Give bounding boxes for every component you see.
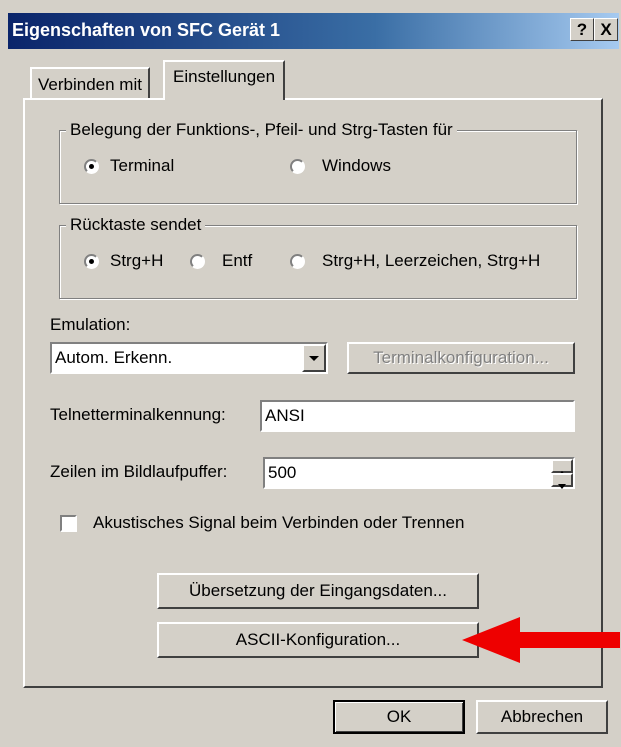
radio-label: Terminal (110, 156, 175, 175)
annotation-arrow-icon (462, 617, 620, 663)
telnet-label: Telnetterminalkennung: (50, 405, 226, 424)
chevron-down-icon (309, 356, 319, 361)
tab-label: Einstellungen (173, 67, 276, 86)
radio-strg-h[interactable] (84, 254, 99, 269)
radio-label: Entf (222, 251, 253, 270)
group-legend: Rücktaste sendet (66, 215, 206, 235)
scrollback-input[interactable]: 500 (263, 457, 575, 489)
tab-label: Verbinden mit (38, 75, 142, 94)
properties-dialog: Eigenschaften von SFC Gerät 1 ? X Verbin… (0, 0, 621, 747)
ascii-config-button[interactable]: ASCII-Konfiguration... (157, 622, 479, 658)
title-bar[interactable]: Eigenschaften von SFC Gerät 1 ? X (8, 13, 619, 49)
tab-panel: Belegung der Funktions-, Pfeil- und Strg… (23, 98, 603, 688)
emulation-value: Autom. Erkenn. (55, 348, 173, 367)
emulation-select[interactable]: Autom. Erkenn. (50, 342, 328, 374)
function-keys-group: Belegung der Funktions-, Pfeil- und Strg… (59, 120, 577, 204)
radio-strg-h-space[interactable] (290, 254, 305, 269)
ok-button[interactable]: OK (333, 700, 465, 734)
radio-windows[interactable] (290, 159, 305, 174)
scrollback-label: Zeilen im Bildlaufpuffer: (50, 462, 228, 481)
scrollback-value: 500 (268, 463, 297, 482)
spin-down-button[interactable] (551, 473, 573, 489)
dropdown-button[interactable] (302, 344, 326, 372)
radio-label: Strg+H, Leerzeichen, Strg+H (322, 251, 541, 270)
close-button[interactable]: X (594, 18, 618, 41)
emulation-label: Emulation: (50, 315, 131, 334)
radio-entf[interactable] (190, 254, 205, 269)
terminal-config-button[interactable]: Terminalkonfiguration... (347, 342, 575, 374)
input-translation-button[interactable]: Übersetzung der Eingangsdaten... (157, 573, 479, 609)
beep-label: Akustisches Signal beim Verbinden oder T… (93, 513, 465, 532)
scrollback-spinner[interactable] (551, 459, 573, 489)
group-legend: Belegung der Funktions-, Pfeil- und Strg… (66, 120, 457, 140)
arrow-down-icon (558, 484, 566, 489)
radio-label: Strg+H (110, 251, 164, 270)
help-button[interactable]: ? (570, 18, 594, 41)
beep-checkbox[interactable] (60, 515, 77, 532)
backspace-group: Rücktaste sendet Strg+H Entf Strg+H, Lee… (59, 215, 577, 299)
tab-einstellungen[interactable]: Einstellungen (163, 60, 286, 100)
spin-up-button[interactable] (551, 459, 573, 476)
telnet-input[interactable]: ANSI (260, 400, 575, 432)
cancel-button[interactable]: Abbrechen (476, 700, 608, 734)
tab-verbinden-mit[interactable]: Verbinden mit (30, 67, 150, 98)
radio-label: Windows (322, 156, 391, 175)
radio-terminal[interactable] (84, 159, 99, 174)
window-title: Eigenschaften von SFC Gerät 1 (12, 20, 281, 40)
